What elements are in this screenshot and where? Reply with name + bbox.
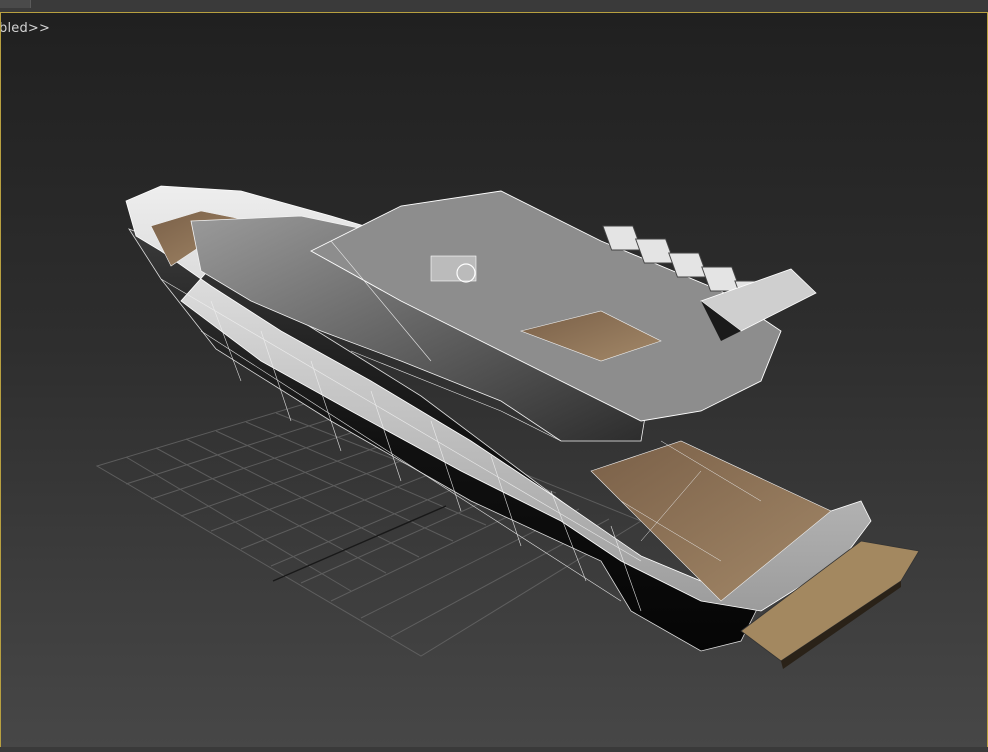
viewport-tab[interactable] (0, 0, 31, 8)
viewport-scene (95, 185, 920, 669)
perspective-viewport[interactable]: bled>> (0, 12, 988, 748)
helm-console (430, 255, 477, 283)
top-toolbar (0, 0, 988, 12)
bottom-strip (0, 747, 988, 752)
